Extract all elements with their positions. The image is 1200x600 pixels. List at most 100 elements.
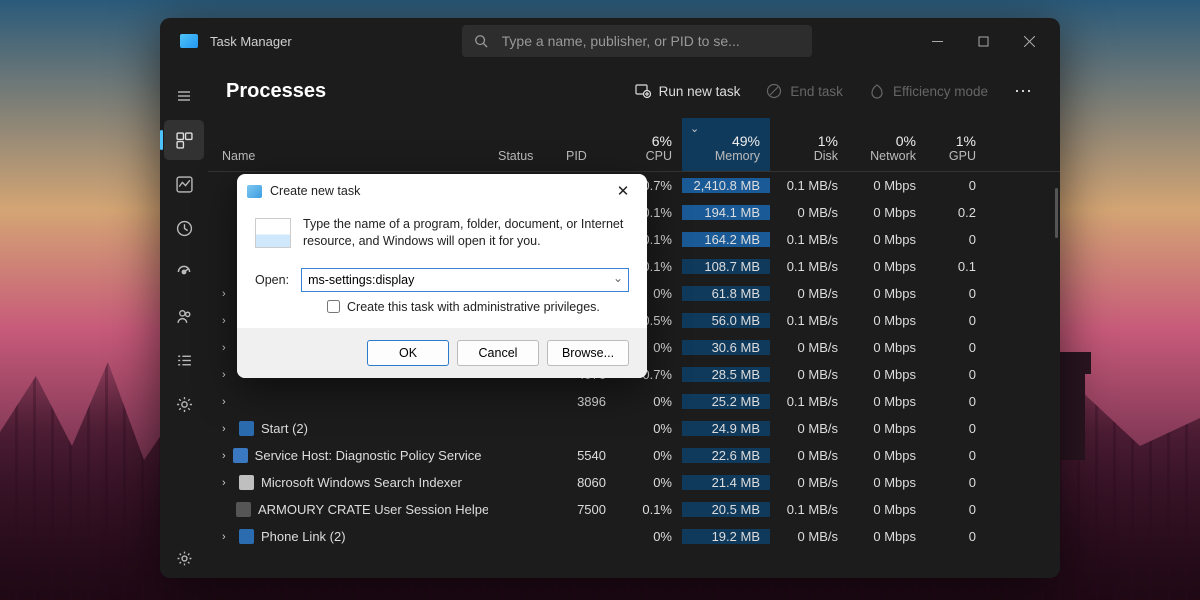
cell-pid: 3896 — [556, 394, 616, 409]
dialog-description: Type the name of a program, folder, docu… — [303, 216, 629, 250]
window-title: Task Manager — [210, 34, 292, 49]
process-name: Service Host: Diagnostic Policy Service — [255, 448, 482, 463]
process-icon — [239, 421, 254, 436]
expand-icon[interactable]: › — [222, 477, 232, 489]
minimize-button[interactable] — [914, 21, 960, 61]
close-button[interactable] — [1006, 21, 1052, 61]
cell-memory: 194.1 MB — [682, 205, 770, 220]
scrollbar-thumb[interactable] — [1055, 188, 1058, 238]
process-name: ARMOURY CRATE User Session Helper — [258, 502, 488, 517]
run-new-task-label: Run new task — [659, 84, 741, 99]
process-name: Microsoft Windows Search Indexer — [261, 475, 462, 490]
window-controls — [914, 21, 1052, 61]
cell-cpu: 0% — [616, 475, 682, 490]
cell-disk: 0.1 MB/s — [770, 394, 848, 409]
end-task-button[interactable]: End task — [758, 77, 851, 105]
cell-network: 0 Mbps — [848, 340, 926, 355]
run-task-icon — [635, 83, 651, 99]
expand-icon[interactable]: › — [222, 342, 232, 354]
expand-icon[interactable]: › — [222, 315, 232, 327]
col-pid[interactable]: PID — [556, 118, 616, 171]
cell-disk: 0.1 MB/s — [770, 178, 848, 193]
sidebar-item-settings[interactable] — [164, 538, 204, 578]
col-cpu[interactable]: 6%CPU — [616, 118, 682, 171]
table-row[interactable]: › Service Host: Diagnostic Policy Service… — [208, 442, 1060, 469]
cell-memory: 21.4 MB — [682, 475, 770, 490]
cancel-button[interactable]: Cancel — [457, 340, 539, 366]
dialog-close-button[interactable]: ✕ — [609, 182, 637, 200]
page-title: Processes — [226, 80, 326, 103]
col-gpu[interactable]: 1%GPU — [926, 118, 986, 171]
table-row[interactable]: ›Start (2)0%24.9 MB0 MB/s0 Mbps0 — [208, 415, 1060, 442]
efficiency-mode-button[interactable]: Efficiency mode — [861, 77, 996, 105]
col-memory[interactable]: 49%Memory — [682, 118, 770, 171]
cell-memory: 24.9 MB — [682, 421, 770, 436]
expand-icon[interactable]: › — [222, 423, 232, 435]
table-row[interactable]: ARMOURY CRATE User Session Helper 7500 0.1… — [208, 496, 1060, 523]
end-task-icon — [766, 83, 782, 99]
sidebar-item-processes[interactable] — [164, 120, 204, 160]
cell-network: 0 Mbps — [848, 394, 926, 409]
cell-disk: 0.1 MB/s — [770, 313, 848, 328]
cell-network: 0 Mbps — [848, 529, 926, 544]
cell-disk: 0.1 MB/s — [770, 502, 848, 517]
sidebar-item-performance[interactable] — [164, 164, 204, 204]
cell-memory: 108.7 MB — [682, 259, 770, 274]
cell-disk: 0 MB/s — [770, 421, 848, 436]
sidebar-hamburger[interactable] — [164, 76, 204, 116]
browse-button[interactable]: Browse... — [547, 340, 629, 366]
cell-pid: 7500 — [556, 502, 616, 517]
cell-memory: 19.2 MB — [682, 529, 770, 544]
ok-button[interactable]: OK — [367, 340, 449, 366]
table-row[interactable]: ›Phone Link (2)0%19.2 MB0 MB/s0 Mbps0 — [208, 523, 1060, 550]
grid-header: Name Status PID 6%CPU 49%Memory 1%Disk 0… — [208, 118, 1060, 172]
expand-icon[interactable]: › — [222, 288, 232, 300]
cell-gpu: 0.2 — [926, 205, 986, 220]
process-icon — [239, 475, 254, 490]
admin-checkbox[interactable] — [327, 300, 340, 313]
col-network[interactable]: 0%Network — [848, 118, 926, 171]
cell-memory: 61.8 MB — [682, 286, 770, 301]
cell-network: 0 Mbps — [848, 421, 926, 436]
table-row[interactable]: ›Microsoft Windows Search Indexer80600%2… — [208, 469, 1060, 496]
cell-network: 0 Mbps — [848, 286, 926, 301]
run-new-task-button[interactable]: Run new task — [627, 77, 749, 105]
cell-cpu: 0% — [616, 529, 682, 544]
efficiency-icon — [869, 83, 885, 99]
expand-icon[interactable]: › — [222, 450, 226, 462]
open-label: Open: — [255, 273, 289, 287]
run-dialog-icon — [255, 218, 291, 248]
sidebar-item-services[interactable] — [164, 384, 204, 424]
search-placeholder: Type a name, publisher, or PID to se... — [502, 33, 740, 49]
expand-icon[interactable]: › — [222, 531, 232, 543]
cell-gpu: 0 — [926, 448, 986, 463]
cell-gpu: 0 — [926, 313, 986, 328]
cell-network: 0 Mbps — [848, 232, 926, 247]
sidebar-item-details[interactable] — [164, 340, 204, 380]
expand-icon[interactable]: › — [222, 369, 232, 381]
col-disk[interactable]: 1%Disk — [770, 118, 848, 171]
cell-disk: 0 MB/s — [770, 286, 848, 301]
dialog-titlebar: Create new task ✕ — [237, 174, 647, 208]
sidebar-item-history[interactable] — [164, 208, 204, 248]
process-name: Phone Link (2) — [261, 529, 346, 544]
cell-gpu: 0 — [926, 475, 986, 490]
cell-network: 0 Mbps — [848, 205, 926, 220]
table-row[interactable]: ›38960%25.2 MB0.1 MB/s0 Mbps0 — [208, 388, 1060, 415]
sidebar-item-startup[interactable] — [164, 252, 204, 292]
maximize-button[interactable] — [960, 21, 1006, 61]
cell-disk: 0 MB/s — [770, 340, 848, 355]
end-task-label: End task — [790, 84, 843, 99]
admin-checkbox-row[interactable]: Create this task with administrative pri… — [327, 300, 629, 314]
expand-icon[interactable]: › — [222, 396, 232, 408]
sidebar — [160, 64, 208, 578]
col-name[interactable]: Name — [208, 118, 488, 171]
dialog-footer: OK Cancel Browse... — [237, 328, 647, 378]
search-input[interactable]: Type a name, publisher, or PID to se... — [462, 25, 812, 57]
sidebar-item-users[interactable] — [164, 296, 204, 336]
col-status[interactable]: Status — [488, 118, 556, 171]
more-button[interactable]: ⋯ — [1006, 77, 1042, 106]
cell-gpu: 0 — [926, 394, 986, 409]
open-input[interactable] — [301, 268, 629, 292]
search-icon — [474, 34, 488, 48]
